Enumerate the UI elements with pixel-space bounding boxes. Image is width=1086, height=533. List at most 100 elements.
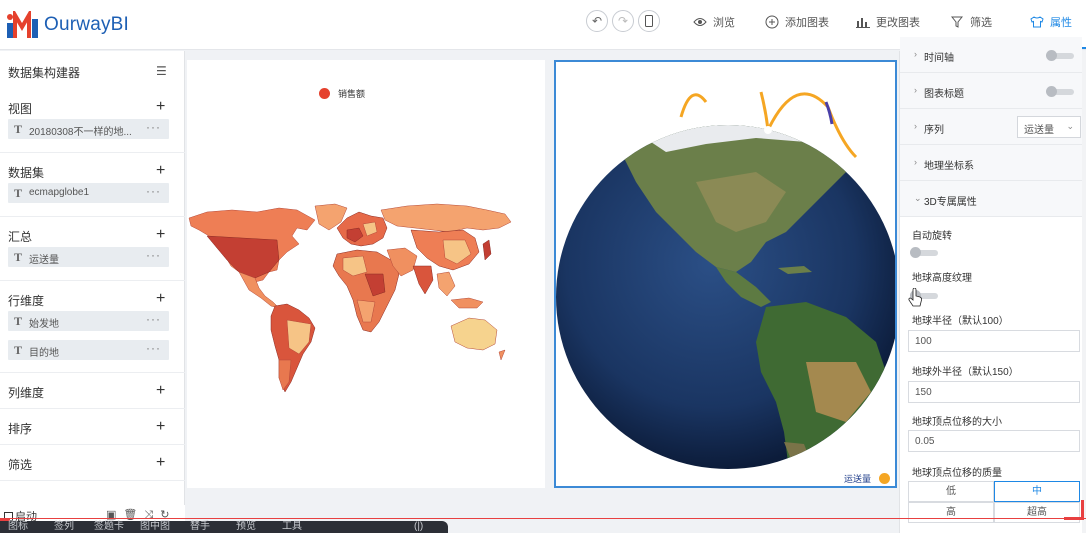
origin-point — [764, 126, 772, 134]
globe-outer-radius-input[interactable]: 150 — [908, 381, 1080, 403]
recording-guide-line — [0, 518, 1086, 519]
preview-label: 浏览 — [713, 17, 735, 29]
properties-panel: › 时间轴 › 图表标题 › 序列 运送量 ⌄ › 地理坐标系 ⌄ 3D专属属性… — [899, 37, 1086, 533]
recording-corner-marker — [1064, 500, 1084, 520]
add-dataset-button[interactable]: + — [156, 163, 165, 179]
add-chart-button[interactable]: 添加图表 — [765, 14, 829, 30]
world-map-chart[interactable]: 销售额 — [187, 60, 545, 488]
add-row-dimension-button[interactable]: + — [156, 291, 165, 307]
field-origin[interactable]: T 始发地 ··· — [8, 311, 169, 331]
add-view-button[interactable]: + — [156, 99, 165, 115]
more-icon[interactable]: ··· — [146, 341, 161, 355]
field-view[interactable]: T 20180308不一样的地... ··· — [8, 119, 169, 139]
text-type-icon: T — [14, 343, 23, 357]
series-select[interactable]: 运送量 ⌄ — [1017, 116, 1081, 138]
text-type-icon: T — [14, 250, 23, 264]
add-filter-button[interactable]: + — [156, 455, 165, 471]
displacement-scale-input[interactable]: 0.05 — [908, 430, 1080, 452]
globe[interactable] — [556, 62, 895, 486]
add-chart-label: 添加图表 — [785, 17, 829, 29]
save-icon[interactable]: ▣ — [106, 509, 123, 521]
more-icon[interactable]: ··· — [146, 184, 161, 198]
section-title-sort: 排序 — [8, 422, 33, 436]
quality-high-button[interactable]: 高 — [908, 502, 994, 523]
properties-tab[interactable]: 属性 — [1030, 14, 1072, 30]
chevron-down-icon: ⌄ — [1066, 121, 1074, 131]
properties-scrollbar[interactable] — [1082, 51, 1086, 533]
trash-icon[interactable]: 🗑 — [123, 509, 144, 521]
globe-radius-input[interactable]: 100 — [908, 330, 1080, 352]
field-destination[interactable]: T 目的地 ··· — [8, 340, 169, 360]
taskbar-item[interactable]: 签题卡 — [94, 521, 124, 533]
row-3d-properties[interactable]: ⌄ 3D专属属性 — [900, 181, 1082, 217]
chevron-right-icon: › — [914, 157, 917, 167]
section-title-row-dimension: 行维度 — [8, 294, 45, 308]
redo-icon: ↷ — [617, 14, 629, 28]
section-title-summary: 汇总 — [8, 230, 33, 244]
preview-button[interactable]: 浏览 — [693, 14, 735, 30]
row-label: 时间轴 — [924, 53, 954, 64]
section-title-column-dimension: 列维度 — [8, 386, 45, 400]
filter-button[interactable]: 筛选 — [950, 14, 992, 30]
input-value: 150 — [915, 387, 932, 398]
taskbar-item[interactable]: 工具 — [282, 521, 302, 533]
globe-outer-radius-label: 地球外半径（默认150） — [912, 367, 1019, 378]
eye-icon — [693, 15, 707, 29]
globe-legend[interactable]: 运送量 — [844, 472, 891, 485]
chart-title-toggle[interactable] — [1046, 86, 1074, 97]
row-label: 3D专属属性 — [924, 197, 977, 208]
legend-label: 运送量 — [844, 474, 872, 484]
plus-circle-icon — [765, 15, 779, 29]
field-label: 始发地 — [29, 319, 59, 330]
collapse-icon[interactable]: ☰ — [156, 64, 167, 78]
dataset-builder-panel: 数据集构建器 ☰ 视图 + T 20180308不一样的地... ··· 数据集… — [0, 51, 185, 533]
taskbar-item[interactable]: 签列 — [54, 521, 74, 533]
field-label: 运送量 — [29, 255, 59, 266]
ourway-logo-icon — [7, 11, 38, 38]
taskbar-item[interactable]: 替手 — [190, 521, 210, 533]
taskbar-item[interactable]: 图标 — [8, 521, 28, 533]
more-icon[interactable]: ··· — [146, 248, 161, 262]
more-icon[interactable]: ··· — [146, 312, 161, 326]
section-title-view: 视图 — [8, 102, 33, 116]
taskbar-item[interactable]: 图中图 — [140, 521, 170, 533]
app-logo[interactable]: OurwayBI — [6, 11, 129, 39]
properties-label: 属性 — [1050, 17, 1072, 29]
add-summary-button[interactable]: + — [156, 227, 165, 243]
more-icon[interactable]: ··· — [146, 120, 161, 134]
auto-rotate-toggle[interactable] — [910, 247, 938, 258]
section-title-dataset: 数据集 — [8, 166, 45, 180]
add-column-dimension-button[interactable]: + — [156, 383, 165, 399]
bottom-action-icons[interactable]: ▣🗑⤨↻ — [106, 508, 176, 522]
timeline-toggle[interactable] — [1046, 50, 1074, 61]
row-geo-coordinate[interactable]: › 地理坐标系 — [900, 145, 1082, 181]
mobile-preview-button[interactable] — [638, 10, 660, 32]
divider — [0, 216, 185, 217]
quality-low-button[interactable]: 低 — [908, 481, 994, 502]
legend-dot — [879, 473, 891, 484]
field-dataset[interactable]: T ecmapglobe1 ··· — [8, 183, 169, 203]
toggle-knob — [1046, 50, 1057, 61]
quality-medium-button[interactable]: 中 — [994, 481, 1080, 502]
quality-option-label: 中 — [1032, 486, 1042, 497]
taskbar-item[interactable]: (|) — [414, 521, 423, 533]
auto-rotate-label: 自动旋转 — [912, 231, 952, 242]
text-type-icon: T — [14, 186, 23, 200]
row-timeline[interactable]: › 时间轴 — [900, 37, 1082, 73]
change-chart-button[interactable]: 更改图表 — [856, 14, 920, 30]
redo-button[interactable]: ↷ — [612, 10, 634, 32]
chevron-down-icon: ⌄ — [914, 193, 922, 203]
quality-option-label: 高 — [946, 507, 956, 518]
row-chart-title[interactable]: › 图表标题 — [900, 73, 1082, 109]
undo-button[interactable]: ↶ — [586, 10, 608, 32]
taskbar-item[interactable]: 预览 — [236, 521, 256, 533]
shuffle-icon[interactable]: ⤨ — [144, 509, 160, 521]
3d-globe-chart[interactable]: 运送量 — [554, 60, 897, 488]
world-map[interactable] — [187, 60, 545, 488]
quality-option-label: 低 — [946, 486, 956, 497]
add-sort-button[interactable]: + — [156, 419, 165, 435]
quality-option-label: 超高 — [1027, 507, 1047, 518]
field-summary[interactable]: T 运送量 ··· — [8, 247, 169, 267]
row-series[interactable]: › 序列 运送量 ⌄ — [900, 109, 1082, 145]
refresh-icon[interactable]: ↻ — [160, 509, 176, 521]
